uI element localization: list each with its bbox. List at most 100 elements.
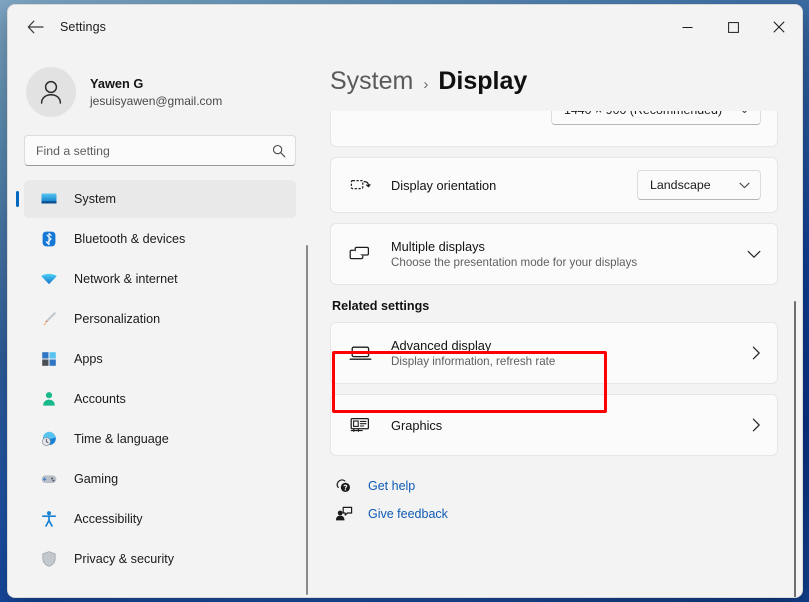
sidebar-nav-list: System Bluetooth & devices: [8, 180, 312, 597]
sidebar-item-label: System: [74, 192, 116, 206]
account-name: Yawen G: [90, 75, 222, 92]
main-scrollbar[interactable]: [794, 301, 796, 598]
title-bar: Settings: [8, 5, 802, 49]
sidebar-item-accounts[interactable]: Accounts: [24, 380, 296, 418]
accessibility-person-icon: [38, 509, 60, 529]
bluetooth-icon: [38, 229, 60, 249]
window-body: Yawen G jesuisyawen@gmail.com: [8, 49, 802, 597]
breadcrumb-root-system[interactable]: System: [330, 67, 413, 96]
desktop-background: Settings: [0, 0, 809, 602]
related-settings-heading: Related settings: [332, 299, 778, 313]
maximize-icon: [728, 22, 739, 33]
graphics-card-text: Graphics: [391, 418, 752, 433]
sidebar-item-label: Privacy & security: [74, 552, 174, 566]
orientation-dropdown[interactable]: Landscape: [637, 170, 761, 200]
back-arrow-icon: [27, 20, 44, 34]
get-help-label: Get help: [368, 479, 415, 493]
apps-grid-icon: [38, 349, 60, 369]
sidebar-item-label: Time & language: [74, 432, 169, 446]
sidebar-item-privacy-security[interactable]: Privacy & security: [24, 540, 296, 578]
sidebar-item-personalization[interactable]: Personalization: [24, 300, 296, 338]
sidebar-item-label: Personalization: [74, 312, 160, 326]
sidebar-item-label: Accessibility: [74, 512, 143, 526]
orientation-card-text: Display orientation: [391, 178, 637, 193]
back-button[interactable]: [18, 12, 52, 42]
search-icon: [272, 144, 286, 158]
laptop-display-icon: [347, 345, 373, 362]
search-wrapper: [8, 127, 312, 166]
breadcrumb: System › Display: [312, 49, 802, 111]
give-feedback-link[interactable]: Give feedback: [332, 500, 448, 528]
chevron-down-icon: [739, 182, 750, 189]
chevron-down-icon: [739, 111, 750, 114]
sidebar-item-system[interactable]: System: [24, 180, 296, 218]
sidebar-item-network-internet[interactable]: Network & internet: [24, 260, 296, 298]
sidebar-item-accessibility[interactable]: Accessibility: [24, 500, 296, 538]
multiple-displays-title: Multiple displays: [391, 239, 747, 254]
account-text: Yawen G jesuisyawen@gmail.com: [90, 75, 222, 109]
account-block[interactable]: Yawen G jesuisyawen@gmail.com: [8, 49, 312, 127]
orientation-title: Display orientation: [391, 178, 637, 193]
chevron-right-icon: [752, 346, 761, 360]
resolution-dropdown[interactable]: 1440 × 900 (Recommended): [551, 111, 761, 125]
help-question-icon: [332, 478, 356, 494]
chevron-down-icon: [747, 250, 761, 259]
person-icon: [38, 389, 60, 409]
search-box[interactable]: [24, 135, 296, 166]
give-feedback-label: Give feedback: [368, 507, 448, 521]
advanced-display-card[interactable]: Advanced display Display information, re…: [330, 322, 778, 384]
breadcrumb-separator-icon: ›: [423, 76, 428, 93]
feedback-person-icon: [332, 506, 356, 522]
user-avatar-icon: [35, 76, 67, 108]
sidebar-item-time-language[interactable]: Time & language: [24, 420, 296, 458]
sidebar-item-label: Bluetooth & devices: [74, 232, 185, 246]
sidebar-item-bluetooth-devices[interactable]: Bluetooth & devices: [24, 220, 296, 258]
minimize-button[interactable]: [664, 5, 710, 49]
sidebar-scrollbar[interactable]: [306, 245, 308, 595]
sidebar-item-label: Gaming: [74, 472, 118, 486]
minimize-icon: [682, 22, 693, 33]
settings-window: Settings: [7, 4, 803, 598]
avatar[interactable]: [26, 67, 76, 117]
window-caption-buttons: [664, 5, 802, 49]
account-email: jesuisyawen@gmail.com: [90, 93, 222, 109]
wifi-icon: [38, 269, 60, 289]
multiple-displays-card[interactable]: Multiple displays Choose the presentatio…: [330, 223, 778, 285]
sidebar-item-label: Network & internet: [74, 272, 178, 286]
settings-scroll-area: 1440 × 900 (Recommended): [312, 111, 802, 597]
advanced-display-chevron-button[interactable]: [752, 346, 761, 360]
close-button[interactable]: [756, 5, 802, 49]
graphics-card[interactable]: Graphics: [330, 394, 778, 456]
multiple-displays-text: Multiple displays Choose the presentatio…: [391, 239, 747, 269]
maximize-button[interactable]: [710, 5, 756, 49]
graphics-title: Graphics: [391, 418, 752, 433]
paintbrush-icon: [38, 309, 60, 329]
sidebar: Yawen G jesuisyawen@gmail.com: [8, 49, 312, 597]
footer-links: Get help Give feedback: [330, 472, 778, 528]
page-title: Display: [438, 67, 527, 96]
main-pane: System › Display 1440 × 900 (Recommended…: [312, 49, 802, 597]
close-icon: [773, 21, 785, 33]
sidebar-item-label: Apps: [74, 352, 103, 366]
sidebar-item-gaming[interactable]: Gaming: [24, 460, 296, 498]
multiple-displays-subtitle: Choose the presentation mode for your di…: [391, 256, 747, 269]
advanced-display-subtitle: Display information, refresh rate: [391, 355, 752, 368]
gamepad-icon: [38, 469, 60, 489]
clock-globe-icon: [38, 429, 60, 449]
get-help-link[interactable]: Get help: [332, 472, 415, 500]
advanced-display-title: Advanced display: [391, 338, 752, 353]
display-orientation-card: Display orientation Landscape: [330, 157, 778, 213]
sidebar-item-apps[interactable]: Apps: [24, 340, 296, 378]
search-input[interactable]: [36, 144, 272, 158]
display-resolution-card: 1440 × 900 (Recommended): [330, 111, 778, 147]
graphics-card-icon: [347, 416, 373, 434]
app-title: Settings: [60, 20, 106, 34]
multiple-displays-icon: [347, 245, 373, 264]
orientation-value: Landscape: [650, 178, 711, 192]
sidebar-item-label: Accounts: [74, 392, 126, 406]
display-rotate-icon: [347, 176, 373, 195]
chevron-right-icon: [752, 418, 761, 432]
graphics-chevron-button[interactable]: [752, 418, 761, 432]
monitor-icon: [38, 189, 60, 209]
multiple-displays-expand-button[interactable]: [747, 250, 761, 259]
